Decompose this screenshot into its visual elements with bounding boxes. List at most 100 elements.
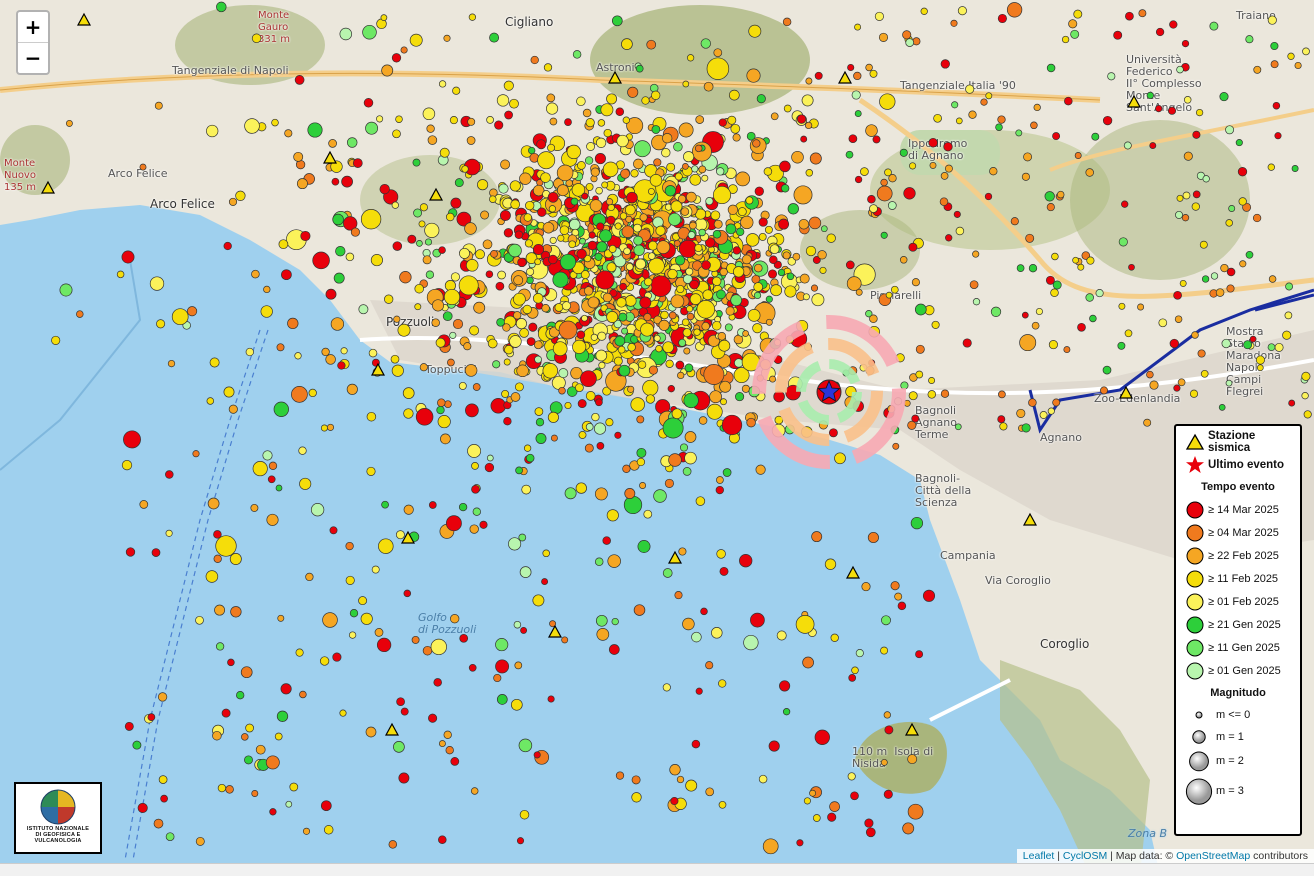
- earthquake-marker[interactable]: [445, 515, 462, 532]
- earthquake-marker[interactable]: [686, 305, 694, 313]
- earthquake-marker[interactable]: [427, 135, 438, 145]
- earthquake-marker[interactable]: [997, 415, 1006, 424]
- earthquake-marker[interactable]: [510, 199, 521, 210]
- earthquake-marker[interactable]: [902, 822, 915, 835]
- earthquake-marker[interactable]: [662, 683, 671, 692]
- earthquake-marker[interactable]: [678, 547, 687, 556]
- earthquake-marker[interactable]: [187, 306, 198, 317]
- earthquake-marker[interactable]: [596, 442, 605, 450]
- earthquake-marker[interactable]: [1028, 264, 1038, 273]
- earthquake-marker[interactable]: [579, 237, 586, 245]
- earthquake-marker[interactable]: [540, 172, 551, 183]
- earthquake-marker[interactable]: [1294, 61, 1302, 70]
- earthquake-marker[interactable]: [547, 695, 555, 703]
- earthquake-marker[interactable]: [927, 390, 937, 399]
- earthquake-marker[interactable]: [329, 526, 338, 535]
- earthquake-marker[interactable]: [1048, 340, 1058, 350]
- earthquake-marker[interactable]: [1209, 21, 1219, 31]
- earthquake-marker[interactable]: [620, 168, 631, 179]
- earthquake-marker[interactable]: [503, 417, 512, 426]
- earthquake-marker[interactable]: [504, 110, 513, 120]
- earthquake-marker[interactable]: [685, 191, 697, 203]
- earthquake-marker[interactable]: [683, 151, 695, 163]
- earthquake-marker[interactable]: [716, 549, 726, 559]
- earthquake-marker[interactable]: [639, 213, 648, 222]
- earthquake-marker[interactable]: [880, 646, 889, 655]
- earthquake-marker[interactable]: [570, 197, 579, 206]
- earthquake-marker[interactable]: [510, 392, 521, 402]
- earthquake-marker[interactable]: [469, 325, 480, 336]
- earthquake-marker[interactable]: [944, 164, 953, 173]
- earthquake-marker[interactable]: [890, 285, 899, 294]
- earthquake-marker[interactable]: [995, 123, 1003, 131]
- earthquake-marker[interactable]: [621, 38, 633, 50]
- earthquake-marker[interactable]: [591, 412, 600, 422]
- earthquake-marker[interactable]: [458, 275, 479, 296]
- earthquake-marker[interactable]: [696, 300, 716, 319]
- earthquake-marker[interactable]: [348, 631, 357, 639]
- earthquake-marker[interactable]: [819, 266, 827, 274]
- earthquake-marker[interactable]: [758, 217, 768, 227]
- earthquake-marker[interactable]: [639, 482, 647, 489]
- earthquake-marker[interactable]: [568, 218, 581, 231]
- earthquake-marker[interactable]: [556, 184, 569, 197]
- earthquake-marker[interactable]: [698, 228, 706, 237]
- earthquake-marker[interactable]: [489, 32, 500, 43]
- earthquake-marker[interactable]: [769, 375, 777, 383]
- earthquake-marker[interactable]: [584, 156, 594, 165]
- earthquake-marker[interactable]: [884, 168, 892, 177]
- earthquake-marker[interactable]: [325, 288, 337, 300]
- earthquake-marker[interactable]: [1287, 52, 1295, 60]
- earthquake-marker[interactable]: [473, 301, 486, 314]
- earthquake-marker[interactable]: [741, 254, 752, 265]
- earthquake-marker[interactable]: [743, 634, 759, 651]
- earthquake-marker[interactable]: [885, 291, 893, 299]
- earthquake-marker[interactable]: [153, 818, 164, 829]
- earthquake-marker[interactable]: [799, 273, 810, 284]
- earthquake-marker[interactable]: [1270, 60, 1279, 69]
- earthquake-marker[interactable]: [902, 30, 912, 40]
- earthquake-marker[interactable]: [578, 431, 587, 439]
- earthquake-marker[interactable]: [381, 64, 394, 77]
- earthquake-marker[interactable]: [805, 77, 813, 85]
- earthquake-marker[interactable]: [907, 803, 924, 820]
- seismic-station-marker[interactable]: [845, 565, 861, 579]
- earthquake-marker[interactable]: [627, 86, 639, 98]
- earthquake-marker[interactable]: [542, 549, 550, 558]
- earthquake-marker[interactable]: [431, 318, 440, 327]
- earthquake-marker[interactable]: [595, 614, 608, 627]
- seismic-station-marker[interactable]: [547, 624, 563, 638]
- earthquake-marker[interactable]: [1268, 275, 1277, 283]
- earthquake-marker[interactable]: [655, 225, 666, 236]
- earthquake-marker[interactable]: [1249, 335, 1257, 343]
- earthquake-marker[interactable]: [469, 524, 479, 534]
- earthquake-marker[interactable]: [559, 225, 570, 235]
- earthquake-marker[interactable]: [384, 294, 394, 304]
- earthquake-marker[interactable]: [426, 124, 435, 133]
- map-view[interactable]: Cigliano Monte Gauro 331 m Tangenziale di …: [0, 0, 1314, 875]
- earthquake-marker[interactable]: [1086, 256, 1095, 265]
- earthquake-marker[interactable]: [157, 692, 168, 702]
- earthquake-marker[interactable]: [1146, 370, 1154, 379]
- earthquake-marker[interactable]: [716, 167, 725, 176]
- earthquake-marker[interactable]: [547, 143, 556, 152]
- seismic-station-marker[interactable]: [40, 180, 56, 194]
- earthquake-marker[interactable]: [915, 370, 924, 379]
- earthquake-marker[interactable]: [378, 538, 394, 554]
- earthquake-marker[interactable]: [621, 225, 635, 238]
- earthquake-marker[interactable]: [213, 554, 222, 563]
- earthquake-marker[interactable]: [513, 311, 522, 320]
- earthquake-marker[interactable]: [584, 443, 594, 453]
- earthquake-marker[interactable]: [1267, 15, 1277, 25]
- earthquake-marker[interactable]: [1146, 91, 1154, 100]
- earthquake-marker[interactable]: [700, 607, 708, 616]
- earthquake-marker[interactable]: [1245, 250, 1254, 259]
- earthquake-marker[interactable]: [779, 680, 791, 692]
- earthquake-marker[interactable]: [685, 779, 698, 792]
- earthquake-marker[interactable]: [564, 401, 572, 410]
- earthquake-marker[interactable]: [907, 754, 918, 765]
- earthquake-marker[interactable]: [205, 570, 219, 583]
- earthquake-marker[interactable]: [485, 270, 494, 278]
- earthquake-marker[interactable]: [325, 354, 336, 365]
- earthquake-marker[interactable]: [616, 297, 627, 308]
